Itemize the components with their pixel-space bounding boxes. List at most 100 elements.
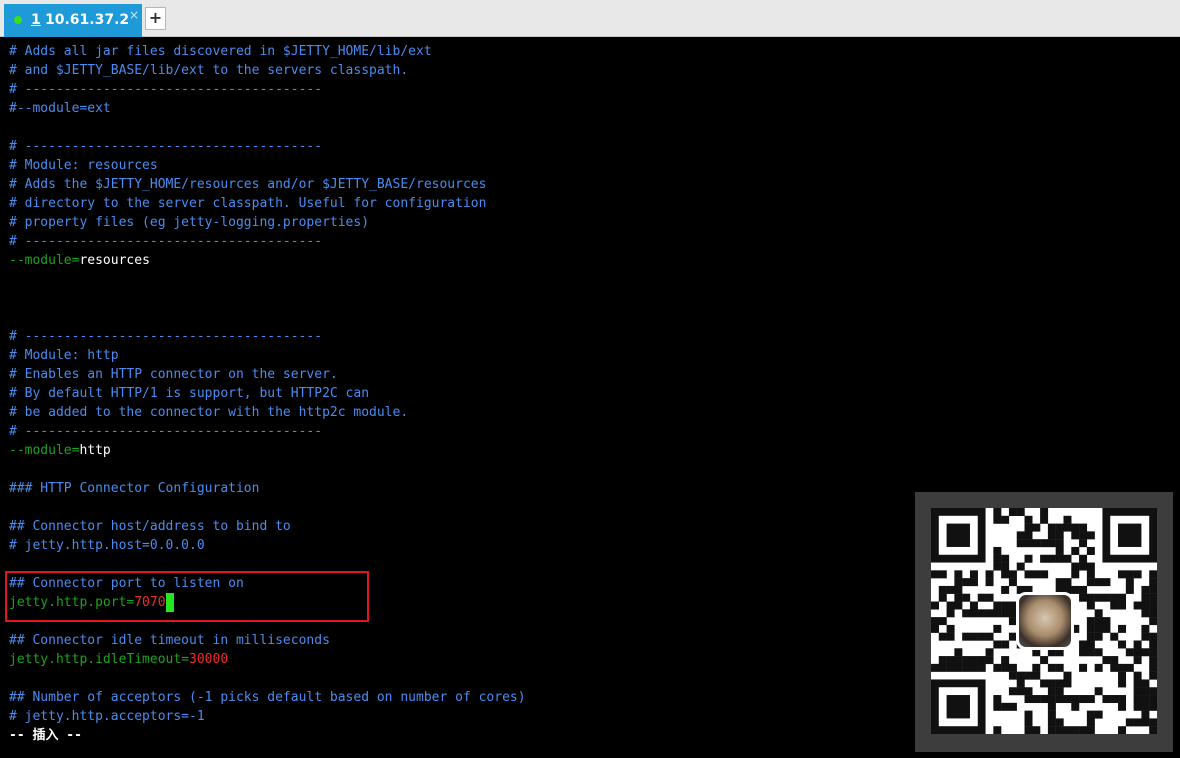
- qr-module: [1055, 718, 1064, 727]
- qr-module: [1071, 695, 1080, 704]
- qr-module: [977, 632, 986, 641]
- qr-module: [1102, 593, 1111, 602]
- qr-module: [1024, 554, 1033, 563]
- qr-module: [1040, 679, 1049, 688]
- qr-module: [1133, 687, 1142, 696]
- new-tab-button[interactable]: +: [145, 7, 166, 30]
- qr-module: [946, 585, 955, 594]
- qr-module: [1071, 562, 1080, 571]
- qr-module: [1149, 648, 1157, 657]
- qr-module: [1118, 663, 1127, 672]
- qr-module: [1110, 695, 1119, 704]
- qr-module: [1141, 710, 1150, 719]
- qr-module: [1079, 531, 1088, 540]
- qr-module: [1071, 585, 1080, 594]
- qr-module: [1125, 585, 1134, 594]
- qr-module: [1047, 531, 1056, 540]
- qr-module: [1024, 710, 1033, 719]
- qr-module: [1032, 663, 1041, 672]
- qr-module: [1118, 570, 1127, 579]
- qr-module: [1047, 554, 1056, 563]
- qr-module: [1094, 609, 1103, 618]
- qr-module: [1149, 702, 1157, 711]
- qr-module: [1047, 687, 1056, 696]
- qr-module: [938, 585, 947, 594]
- qr-module: [993, 695, 1002, 704]
- qr-module: [1079, 695, 1088, 704]
- qr-module: [1079, 663, 1088, 672]
- qr-finder-pattern: [1118, 523, 1142, 547]
- qr-module: [962, 593, 971, 602]
- terminal-line: --module=resources: [9, 251, 150, 270]
- comment-text: ## Connector host/address to bind to: [9, 519, 291, 534]
- qr-module: [969, 663, 978, 672]
- qr-module: [1071, 546, 1080, 555]
- comment-text: # Module: resources: [9, 158, 158, 173]
- qr-module: [931, 570, 939, 579]
- qr-module: [1086, 570, 1095, 579]
- qr-module: [1141, 593, 1150, 602]
- qr-module: [969, 632, 978, 641]
- terminal-line: # --------------------------------------: [9, 80, 322, 99]
- qr-module: [1125, 648, 1134, 657]
- qr-module: [946, 632, 955, 641]
- qr-module: [1110, 601, 1119, 610]
- qr-module: [1141, 702, 1150, 711]
- session-tab[interactable]: 1 10.61.37.2 ×: [4, 4, 142, 37]
- terminal-line: # --------------------------------------: [9, 422, 322, 441]
- qr-module: [1055, 578, 1064, 587]
- qr-module: [1063, 726, 1072, 734]
- qr-module: [962, 609, 971, 618]
- qr-module: [1055, 539, 1064, 548]
- qr-module: [1086, 640, 1095, 649]
- qr-module: [1055, 726, 1064, 734]
- qr-module: [1040, 695, 1049, 704]
- qr-module: [1032, 523, 1041, 532]
- qr-module: [1071, 726, 1080, 734]
- terminal-line: # be added to the connector with the htt…: [9, 403, 408, 422]
- qr-module: [1016, 562, 1025, 571]
- qr-module: [1001, 656, 1010, 665]
- qr-module: [1118, 695, 1127, 704]
- qr-module: [938, 617, 947, 626]
- qr-code-image: [915, 492, 1173, 752]
- comment-text: # Adds all jar files discovered in $JETT…: [9, 44, 432, 59]
- qr-module: [1047, 710, 1056, 719]
- terminal-line: ## Connector host/address to bind to: [9, 517, 291, 536]
- qr-module: [1094, 648, 1103, 657]
- qr-module: [977, 656, 986, 665]
- qr-module: [962, 578, 971, 587]
- tab-close-icon[interactable]: ×: [129, 8, 139, 22]
- qr-module: [1016, 531, 1025, 540]
- comment-text: ### HTTP Connector Configuration: [9, 481, 260, 496]
- terminal-line: # --------------------------------------: [9, 232, 322, 251]
- qr-module: [954, 601, 963, 610]
- qr-module: [1024, 570, 1033, 579]
- qr-module: [1125, 570, 1134, 579]
- qr-module: [1094, 617, 1103, 626]
- vim-mode-indicator: -- 插入 --: [9, 728, 82, 743]
- qr-module: [1079, 562, 1088, 571]
- qr-module: [1118, 624, 1127, 633]
- qr-module: [1133, 695, 1142, 704]
- qr-module: [1133, 601, 1142, 610]
- qr-module: [1118, 593, 1127, 602]
- qr-module: [1008, 508, 1017, 516]
- qr-module: [969, 609, 978, 618]
- qr-module: [931, 624, 939, 633]
- terminal-line: ## Number of acceptors (-1 picks default…: [9, 688, 526, 707]
- qr-module: [993, 601, 1002, 610]
- qr-module: [1071, 531, 1080, 540]
- qr-module: [1102, 656, 1111, 665]
- qr-module: [1008, 578, 1017, 587]
- qr-module: [1086, 648, 1095, 657]
- qr-module: [1079, 593, 1088, 602]
- qr-module: [1079, 554, 1088, 563]
- comment-text: # Enables an HTTP connector on the serve…: [9, 367, 338, 382]
- qr-module: [1118, 726, 1127, 734]
- qr-module: [1149, 593, 1157, 602]
- qr-module: [1110, 632, 1119, 641]
- qr-module: [1016, 679, 1025, 688]
- qr-module: [1149, 695, 1157, 704]
- qr-module: [1079, 585, 1088, 594]
